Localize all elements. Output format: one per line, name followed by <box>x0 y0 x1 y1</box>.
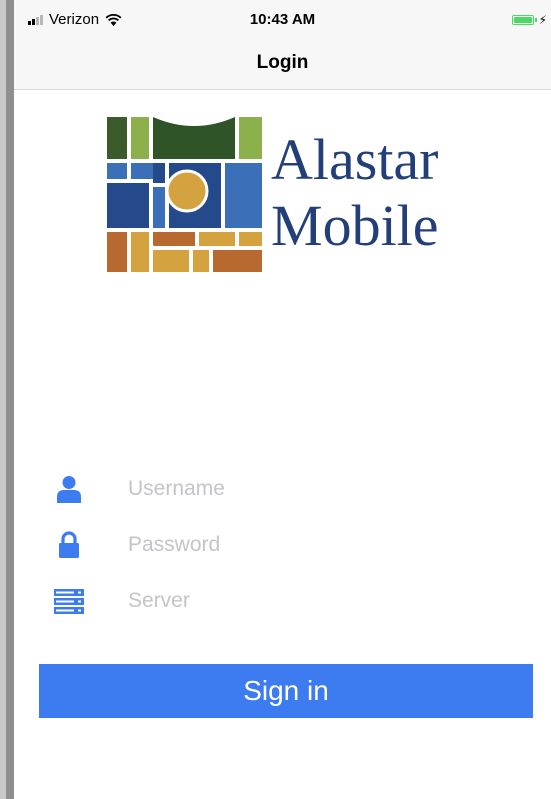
username-row <box>14 465 551 513</box>
sign-in-button[interactable]: Sign in <box>39 664 533 718</box>
navigation-bar: Login <box>14 40 551 90</box>
lock-icon <box>59 531 79 558</box>
server-icon <box>54 589 84 614</box>
charging-bolt-icon: ⚡ <box>538 13 547 27</box>
status-time: 10:43 AM <box>249 11 316 28</box>
password-input[interactable] <box>124 529 512 561</box>
status-bar: Verizon 10:43 AM ⚡ <box>14 0 551 40</box>
alastar-mobile-logo: Alastar Mobile <box>107 117 477 273</box>
user-icon <box>57 476 81 503</box>
logo-text-alastar: Alastar <box>271 127 439 192</box>
logo-text-mobile: Mobile <box>271 193 439 258</box>
page-title: Login <box>256 52 309 73</box>
username-input[interactable] <box>124 473 512 505</box>
battery-icon <box>511 15 534 25</box>
password-row <box>14 521 551 569</box>
logo-mark <box>107 117 262 272</box>
app-screen: Verizon 10:43 AM ⚡ Login Alastar Mobile … <box>14 0 551 799</box>
battery-tip <box>534 18 537 22</box>
battery-indicator: ⚡ <box>511 13 547 27</box>
server-input[interactable] <box>124 585 512 617</box>
server-row <box>14 577 551 625</box>
battery-fill <box>513 17 532 23</box>
